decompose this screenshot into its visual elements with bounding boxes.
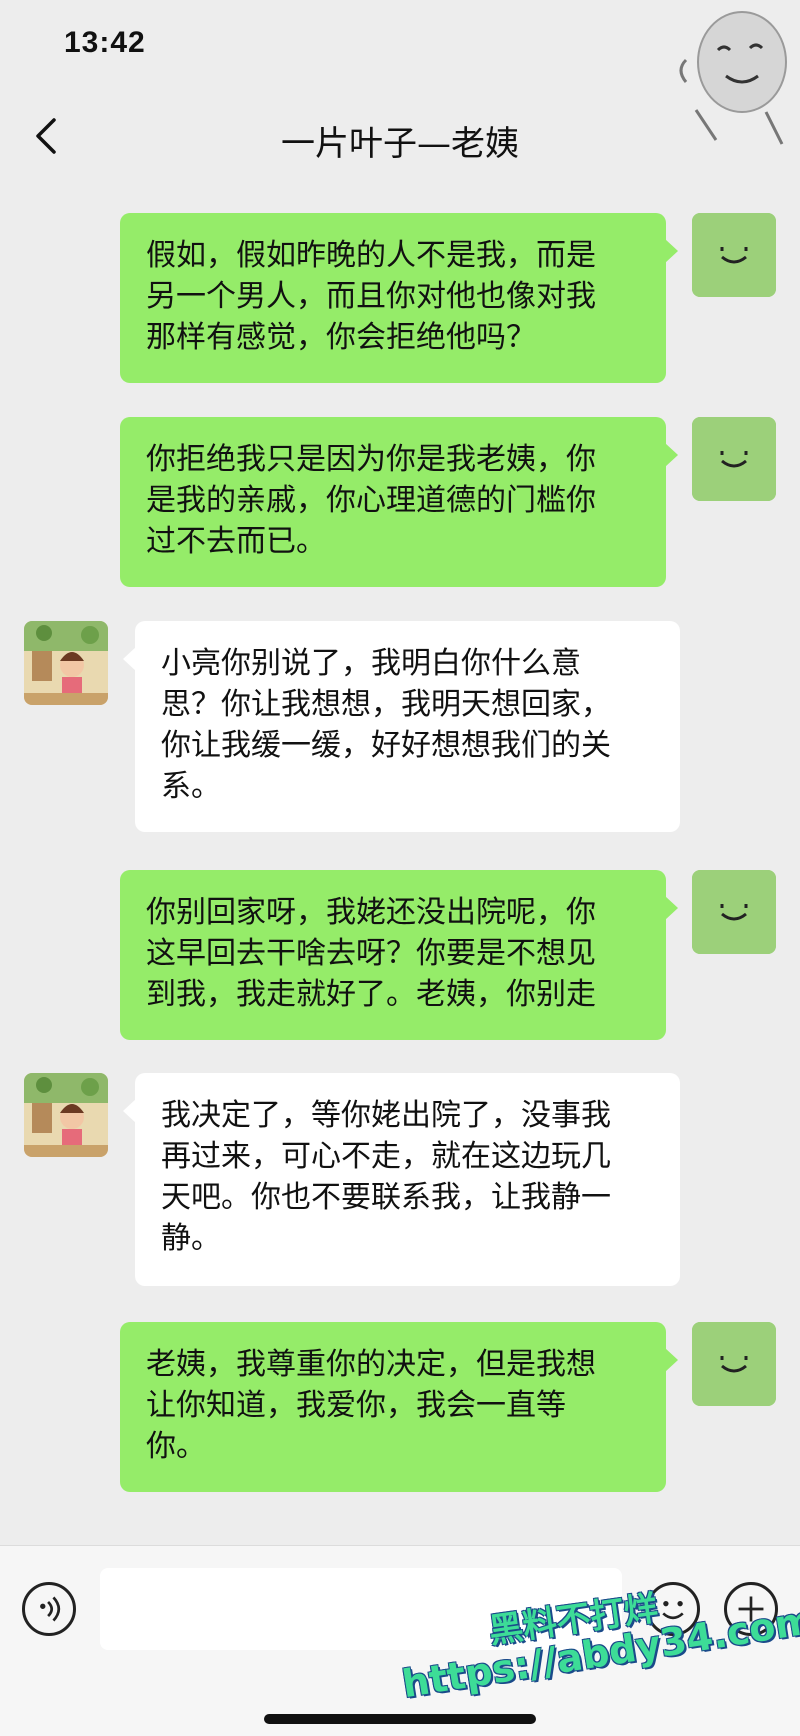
message-line: 你别回家呀，我姥还没出院呢，你 <box>146 895 596 930</box>
message-bubble-sent[interactable]: 假如，假如昨晚的人不是我，而是 另一个男人，而且你对他也像对我 那样有感觉，你会… <box>120 213 678 383</box>
message-line: 你让我缓一缓，好好想想我们的关 <box>161 728 611 763</box>
plus-icon[interactable] <box>724 1582 778 1636</box>
message-input[interactable] <box>100 1568 622 1650</box>
my-avatar[interactable] <box>692 870 776 954</box>
input-bar <box>0 1545 800 1736</box>
my-avatar[interactable] <box>692 213 776 297</box>
emoji-icon[interactable] <box>646 1582 700 1636</box>
message-line: 静。 <box>161 1221 221 1256</box>
message-line: 再过来，可心不走，就在这边玩几 <box>161 1139 611 1174</box>
message-bubble-sent[interactable]: 你拒绝我只是因为你是我老姨，你 是我的亲戚，你心理道德的门槛你 过不去而已。 <box>120 417 678 587</box>
message-line: 思？你让我想想，我明天想回家， <box>161 687 611 722</box>
message-line: 到我，我走就好了。老姨，你别走 <box>146 977 596 1012</box>
my-avatar[interactable] <box>692 1322 776 1406</box>
my-avatar[interactable] <box>692 417 776 501</box>
home-indicator <box>264 1714 536 1724</box>
message-line: 你拒绝我只是因为你是我老姨，你 <box>146 442 596 477</box>
message-line: 天吧。你也不要联系我，让我静一 <box>161 1180 611 1215</box>
contact-avatar[interactable] <box>24 1073 108 1157</box>
message-line: 过不去而已。 <box>146 524 326 559</box>
message-line: 我决定了，等你姥出院了，没事我 <box>161 1098 611 1133</box>
message-bubble-received[interactable]: 小亮你别说了，我明白你什么意 思？你让我想想，我明天想回家， 你让我缓一缓，好好… <box>123 621 680 832</box>
message-line: 是我的亲戚，你心理道德的门槛你 <box>146 483 596 518</box>
contact-avatar[interactable] <box>24 621 108 705</box>
message-line: 这早回去干啥去呀？你要是不想见 <box>146 936 596 971</box>
message-bubble-sent[interactable]: 你别回家呀，我姥还没出院呢，你 这早回去干啥去呀？你要是不想见 到我，我走就好了… <box>120 870 678 1040</box>
message-bubble-received[interactable]: 我决定了，等你姥出院了，没事我 再过来，可心不走，就在这边玩几 天吧。你也不要联… <box>123 1073 680 1286</box>
message-line: 另一个男人，而且你对他也像对我 <box>146 279 596 314</box>
message-line: 假如，假如昨晚的人不是我，而是 <box>146 238 596 273</box>
message-line: 让你知道，我爱你，我会一直等 <box>146 1388 566 1423</box>
chat-title: 一片叶子—老姨 <box>281 124 519 164</box>
message-line: 系。 <box>161 769 221 804</box>
message-line: 小亮你别说了，我明白你什么意 <box>161 646 581 681</box>
voice-icon[interactable] <box>22 1582 76 1636</box>
message-bubble-sent[interactable]: 老姨，我尊重你的决定，但是我想 让你知道，我爱你，我会一直等 你。 <box>120 1322 678 1492</box>
navigation-bar: 一片叶子—老姨 <box>0 100 800 180</box>
message-line: 你。 <box>146 1429 206 1464</box>
status-time: 13:42 <box>64 26 146 59</box>
message-line: 那样有感觉，你会拒绝他吗？ <box>146 320 536 355</box>
message-line: 老姨，我尊重你的决定，但是我想 <box>146 1347 596 1382</box>
